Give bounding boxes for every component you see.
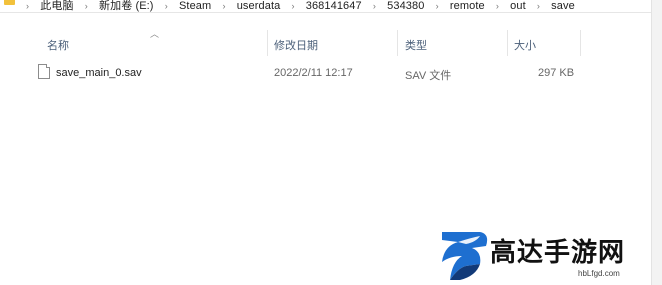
column-header-modified[interactable]: 修改日期: [274, 37, 318, 53]
column-header-type[interactable]: 类型: [405, 37, 427, 53]
column-divider[interactable]: [397, 30, 398, 56]
watermark-brand: 高达手游网: [490, 238, 626, 268]
eagle-logo-icon: [442, 232, 488, 280]
column-divider[interactable]: [580, 30, 581, 56]
breadcrumb-item[interactable]: 368141647: [306, 0, 362, 12]
breadcrumb: › 此电脑 › 新加卷 (E:) › Steam › userdata › 36…: [18, 0, 575, 13]
address-bar[interactable]: › 此电脑 › 新加卷 (E:) › Steam › userdata › 36…: [0, 0, 662, 13]
breadcrumb-item[interactable]: remote: [450, 0, 485, 12]
breadcrumb-item[interactable]: 534380: [387, 0, 424, 12]
file-row[interactable]: save_main_0.sav 2022/2/11 12:17 SAV 文件 2…: [30, 62, 590, 84]
breadcrumb-item[interactable]: out: [510, 0, 526, 12]
file-modified: 2022/2/11 12:17: [274, 67, 353, 79]
watermark-url: hbLfgd.com: [578, 269, 620, 278]
breadcrumb-item[interactable]: userdata: [237, 0, 281, 12]
breadcrumb-item[interactable]: save: [551, 0, 575, 12]
watermark: 高达手游网 hbLfgd.com: [436, 226, 662, 285]
file-type: SAV 文件: [405, 70, 452, 82]
file-name[interactable]: save_main_0.sav: [56, 67, 142, 79]
sort-up-arrow-icon: ︿: [150, 29, 160, 39]
breadcrumb-item[interactable]: 新加卷 (E:): [99, 0, 154, 13]
column-header-name[interactable]: 名称: [47, 37, 69, 53]
file-size: 297 KB: [538, 67, 575, 79]
breadcrumb-item[interactable]: Steam: [179, 0, 211, 12]
column-divider[interactable]: [507, 30, 508, 56]
breadcrumb-item[interactable]: 此电脑: [40, 0, 73, 13]
column-divider[interactable]: [267, 30, 268, 56]
file-icon: [38, 64, 50, 79]
folder-icon: [4, 0, 15, 5]
column-header-size[interactable]: 大小: [514, 37, 536, 53]
